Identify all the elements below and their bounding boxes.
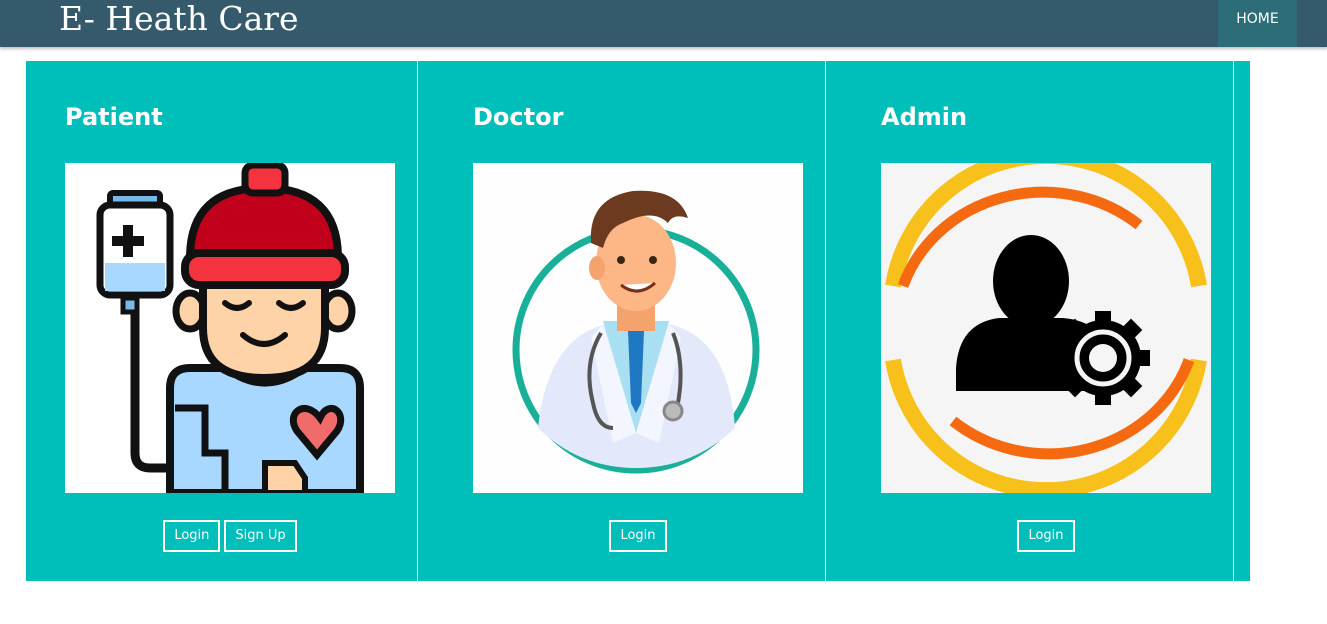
card-divider — [1233, 61, 1234, 581]
admin-login-button[interactable]: Login — [1017, 520, 1075, 552]
patient-card: Patient Login Sign Up — [26, 61, 434, 581]
card-divider — [417, 61, 418, 581]
doctor-card-title: Doctor — [473, 103, 564, 131]
portal-panel: Patient Login Sign Up Doctor Login Admin… — [26, 61, 1250, 581]
doctor-image — [473, 163, 803, 493]
doctor-login-button[interactable]: Login — [609, 520, 667, 552]
top-navbar: E- Heath Care HOME — [0, 0, 1327, 47]
patient-card-title: Patient — [65, 103, 163, 131]
admin-image — [881, 163, 1211, 493]
patient-login-button[interactable]: Login — [163, 520, 221, 552]
patient-image — [65, 163, 395, 493]
admin-actions: Login — [842, 520, 1250, 552]
doctor-illustration-icon — [473, 163, 803, 493]
admin-card: Admin Login — [842, 61, 1250, 581]
doctor-actions: Login — [434, 520, 842, 552]
doctor-card: Doctor Login — [434, 61, 842, 581]
brand-title[interactable]: E- Heath Care — [59, 0, 299, 39]
card-divider — [825, 61, 826, 581]
patient-illustration-icon — [65, 163, 395, 493]
patient-actions: Login Sign Up — [26, 520, 434, 552]
nav-home-link[interactable]: HOME — [1218, 0, 1297, 47]
patient-signup-button[interactable]: Sign Up — [224, 520, 297, 552]
admin-illustration-icon — [881, 163, 1211, 493]
admin-card-title: Admin — [881, 103, 968, 131]
